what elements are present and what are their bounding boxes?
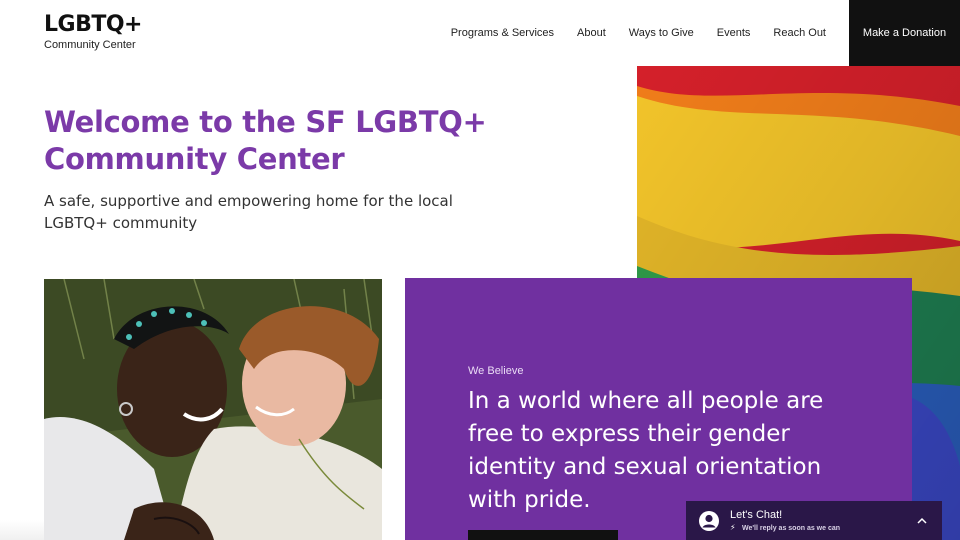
- make-donation-button[interactable]: Make a Donation: [849, 0, 960, 66]
- page: LGBTQ+ Community Center Programs & Servi…: [0, 0, 960, 540]
- user-avatar-icon: [698, 510, 720, 532]
- main-nav: Programs & Services About Ways to Give E…: [451, 0, 960, 66]
- nav-ways-to-give[interactable]: Ways to Give: [629, 27, 694, 39]
- hero-title: Welcome to the SF LGBTQ+ Community Cente…: [44, 105, 487, 176]
- nav-events[interactable]: Events: [717, 27, 751, 39]
- bottom-edge-shade: [0, 520, 44, 540]
- couple-photo-graphic: [44, 279, 382, 540]
- chat-subtitle: We'll reply as soon as we can: [742, 525, 841, 532]
- site-logo[interactable]: LGBTQ+ Community Center: [44, 12, 143, 51]
- nav-reach-out[interactable]: Reach Out: [773, 27, 826, 39]
- hero-subtitle: A safe, supportive and empowering home f…: [44, 192, 453, 232]
- lightning-bolt-icon: ⚡: [730, 523, 736, 532]
- chevron-up-icon[interactable]: [916, 514, 928, 526]
- chat-widget[interactable]: Let's Chat! ⚡ We'll reply as soon as we …: [686, 501, 942, 540]
- belief-statement: In a world where all people are free to …: [468, 388, 824, 513]
- belief-eyebrow: We Believe: [468, 365, 524, 377]
- belief-cta-button[interactable]: [468, 530, 618, 540]
- logo-title: LGBTQ+: [44, 12, 143, 37]
- couple-photo: [44, 279, 382, 540]
- logo-subtitle: Community Center: [44, 39, 136, 51]
- nav-programs-services[interactable]: Programs & Services: [451, 27, 554, 39]
- nav-about[interactable]: About: [577, 27, 606, 39]
- chat-title: Let's Chat!: [730, 509, 783, 521]
